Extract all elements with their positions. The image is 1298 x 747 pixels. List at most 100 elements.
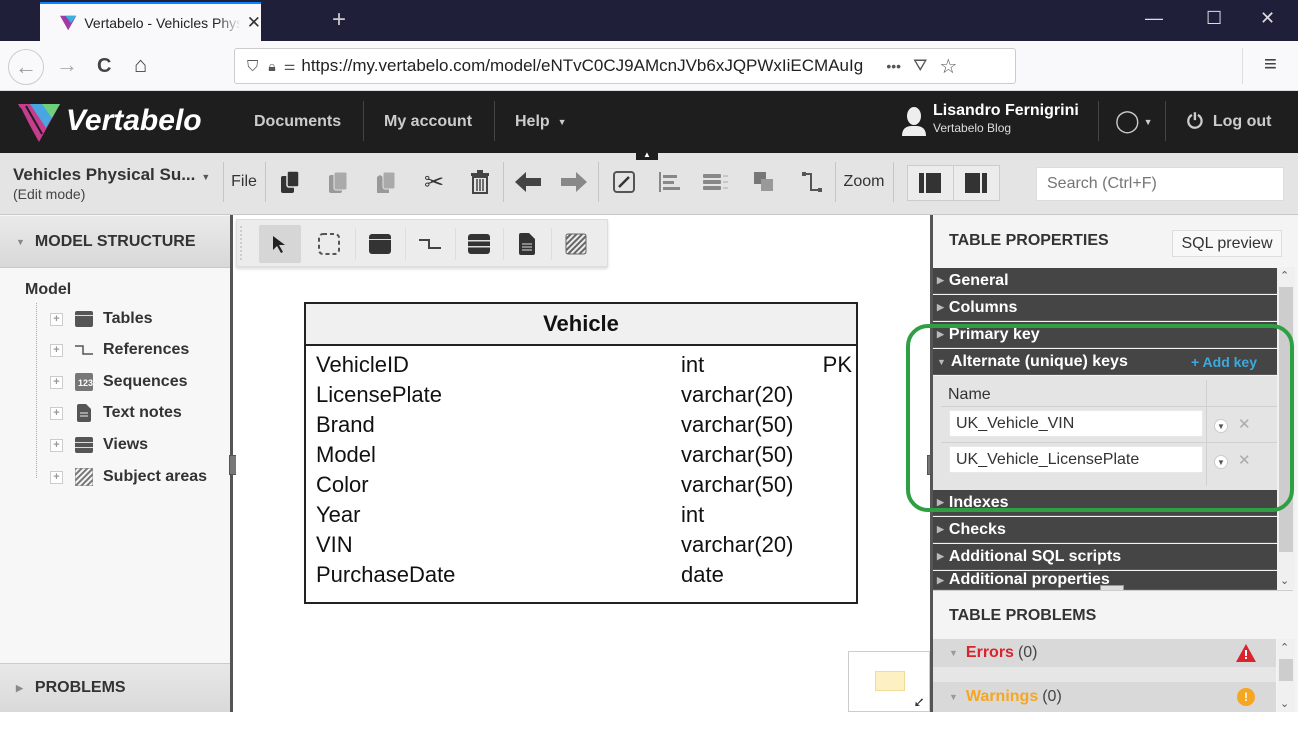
maximize-icon[interactable]: ☐	[1206, 8, 1222, 29]
tree-item-subject-areas[interactable]: + Subject areas	[50, 462, 207, 492]
scroll-down-icon[interactable]: ⌄	[1280, 574, 1289, 587]
area-select-tool-icon[interactable]	[308, 225, 350, 263]
tree-item-text-notes[interactable]: + Text notes	[50, 398, 182, 428]
section-additional-sql-scripts[interactable]: ▶ Additional SQL scripts	[933, 544, 1277, 570]
select-tool-icon[interactable]	[259, 225, 301, 263]
home-icon[interactable]: ⌂	[134, 52, 147, 78]
problems-header[interactable]: ▶ PROBLEMS	[0, 663, 230, 712]
add-table-tool-icon[interactable]	[359, 225, 401, 263]
bookmark-star-icon[interactable]: ☆	[939, 54, 957, 79]
page-bottom-margin	[0, 712, 1298, 747]
delete-icon[interactable]	[462, 162, 498, 202]
reload-icon[interactable]: C	[97, 55, 111, 78]
scroll-down-icon[interactable]: ⌄	[1280, 697, 1289, 710]
entity-column-row[interactable]: VIN varchar(20)	[316, 532, 852, 562]
cut-icon[interactable]: ✂	[416, 162, 452, 202]
tree-item-label: Text notes	[103, 404, 182, 421]
tree-root-model[interactable]: Model	[25, 281, 71, 299]
tree-item-references[interactable]: + References	[50, 335, 189, 365]
edit-tool-icon[interactable]	[606, 162, 642, 202]
file-menu-button[interactable]: File	[228, 162, 260, 202]
model-structure-header[interactable]: ▼ MODEL STRUCTURE	[0, 216, 230, 268]
toggle-right-panel-button[interactable]	[954, 166, 1000, 200]
arrange-icon[interactable]	[746, 162, 782, 202]
chat-icon[interactable]: ◯ ▼	[1115, 108, 1153, 134]
entity-column-row[interactable]: PurchaseDate date	[316, 562, 852, 592]
toggle-left-panel-button[interactable]	[908, 166, 954, 200]
add-view-tool-icon[interactable]	[458, 225, 500, 263]
user-name[interactable]: Lisandro Fernigrini	[933, 102, 1079, 120]
nav-help[interactable]: Help ▼	[515, 91, 567, 153]
vertabelo-logo[interactable]: Vertabelo	[16, 98, 202, 144]
scroll-up-icon[interactable]: ⌃	[1280, 641, 1289, 654]
copy-icon[interactable]	[272, 162, 308, 202]
document-title: Vehicles Physical Su...	[13, 165, 196, 184]
nav-documents[interactable]: Documents	[254, 91, 341, 153]
new-tab-button[interactable]: +	[332, 6, 346, 34]
section-checks[interactable]: ▶ Checks	[933, 517, 1277, 543]
tab-close-icon[interactable]: ✕	[247, 13, 261, 33]
entity-column-row[interactable]: Year int	[316, 502, 852, 532]
pocket-icon[interactable]: ⛛	[913, 56, 927, 76]
minimap[interactable]: ➘	[848, 651, 930, 712]
chevron-right-icon: ▶	[937, 275, 944, 285]
minimap-viewport[interactable]	[875, 671, 905, 691]
tree-item-views[interactable]: + Views	[50, 430, 148, 460]
section-columns[interactable]: ▶ Columns	[933, 295, 1277, 321]
warnings-row[interactable]: ▼ Warnings (0) !	[933, 682, 1276, 712]
entity-column-row[interactable]: VehicleID int PK	[316, 352, 852, 382]
minimize-icon[interactable]: —	[1145, 8, 1163, 29]
zoom-menu-button[interactable]: Zoom	[840, 162, 888, 202]
paste-special-icon[interactable]	[368, 162, 404, 202]
add-text-note-tool-icon[interactable]	[506, 225, 548, 263]
redo-icon[interactable]	[556, 162, 592, 202]
expand-icon[interactable]: +	[50, 406, 63, 420]
document-mode: (Edit mode)	[13, 186, 86, 202]
section-general[interactable]: ▶ General	[933, 268, 1277, 294]
forward-icon[interactable]: →	[56, 52, 78, 78]
browser-tab[interactable]: Vertabelo - Vehicles Physical Su ✕	[40, 2, 261, 41]
align-left-icon[interactable]	[652, 162, 688, 202]
entity-title: Vehicle	[306, 304, 856, 346]
paste-icon[interactable]	[320, 162, 356, 202]
hamburger-menu-icon[interactable]: ≡	[1264, 51, 1277, 77]
entity-column-row[interactable]: Color varchar(50)	[316, 472, 852, 502]
problems-scrollbar[interactable]: ⌃ ⌄	[1277, 639, 1295, 712]
power-icon: ⏻	[1187, 110, 1203, 133]
page-actions-icon[interactable]: •••	[886, 58, 901, 74]
window-close-icon[interactable]: ✕	[1260, 8, 1275, 29]
model-structure-title: MODEL STRUCTURE	[34, 232, 196, 250]
add-reference-tool-icon[interactable]	[409, 225, 451, 263]
sql-preview-button[interactable]: SQL preview	[1172, 230, 1282, 257]
tree-item-tables[interactable]: + Tables	[50, 304, 153, 334]
expand-icon[interactable]: +	[50, 438, 63, 452]
chevron-down-icon: ▼	[201, 172, 211, 182]
tree-item-sequences[interactable]: + 123 Sequences	[50, 367, 187, 397]
undo-icon[interactable]	[510, 162, 546, 202]
entity-column-row[interactable]: LicensePlate varchar(20)	[316, 382, 852, 412]
url-bar[interactable]: ⛉ 🔒︎ ⚌ https://my.vertabelo.com/model/eN…	[234, 48, 1016, 84]
expand-icon[interactable]: +	[50, 375, 63, 389]
search-input[interactable]	[1036, 167, 1284, 201]
entity-column-row[interactable]: Brand varchar(50)	[316, 412, 852, 442]
entity-vehicle[interactable]: Vehicle VehicleID int PK LicensePlate varcha…	[304, 302, 858, 604]
entity-column-row[interactable]: Model varchar(50)	[316, 442, 852, 472]
collapse-header-icon[interactable]: ▲	[636, 149, 658, 160]
expand-icon[interactable]: +	[50, 470, 63, 484]
expand-icon[interactable]: +	[50, 312, 63, 326]
distribute-icon[interactable]	[698, 162, 734, 202]
logout-label: Log out	[1212, 113, 1272, 130]
errors-row[interactable]: ▼ Errors (0)	[933, 639, 1276, 667]
add-subject-area-tool-icon[interactable]	[555, 225, 597, 263]
nav-my-account[interactable]: My account	[384, 91, 472, 153]
document-title-dropdown[interactable]: Vehicles Physical Su... ▼ (Edit mode)	[13, 165, 210, 202]
scroll-up-icon[interactable]: ⌃	[1280, 269, 1289, 282]
column-name: PurchaseDate	[316, 562, 456, 587]
resize-minimap-icon[interactable]: ➘	[911, 697, 928, 709]
reference-routing-icon[interactable]	[794, 162, 830, 202]
logout-button[interactable]: ⏻ Log out	[1187, 91, 1271, 153]
expand-icon[interactable]: +	[50, 343, 63, 357]
palette-drag-handle[interactable]	[240, 226, 246, 260]
back-icon[interactable]: ←	[8, 49, 44, 85]
scrollbar-thumb[interactable]	[1279, 659, 1293, 681]
